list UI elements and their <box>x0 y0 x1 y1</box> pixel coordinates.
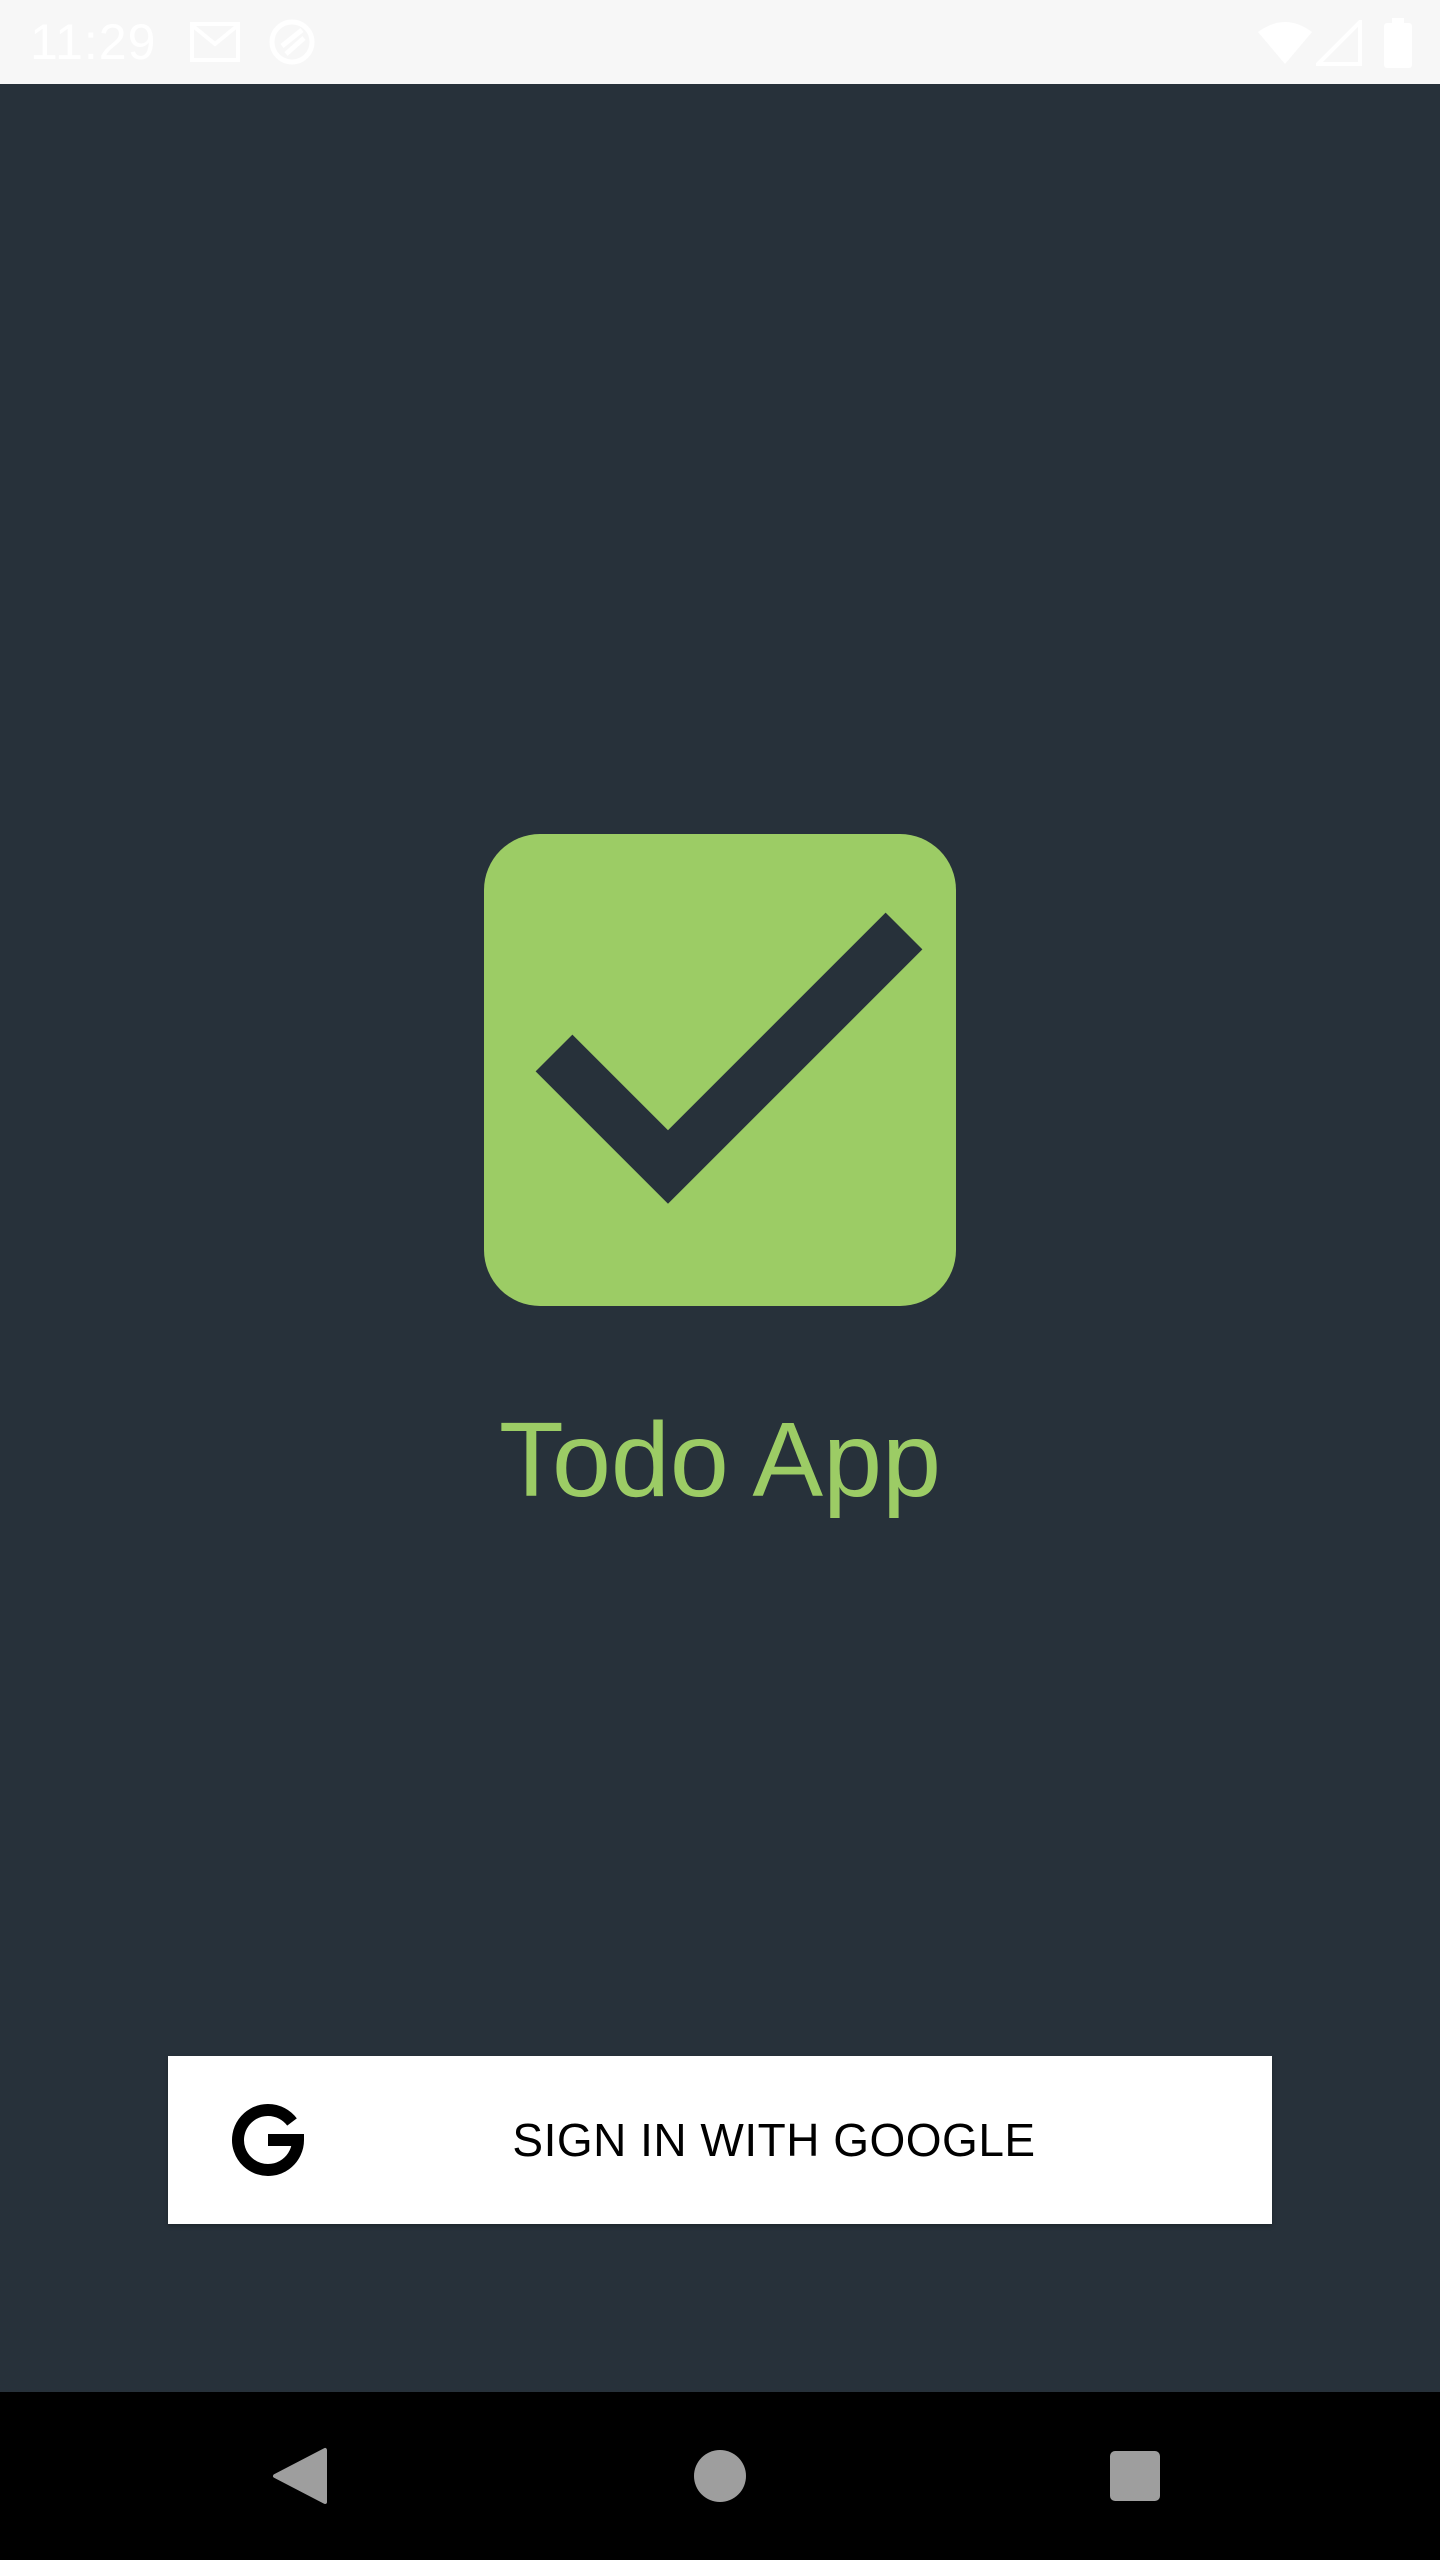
gmail-icon <box>190 22 240 62</box>
status-time: 11:29 <box>30 14 157 70</box>
sync-icon <box>266 16 318 68</box>
signal-icon <box>1316 20 1362 66</box>
app-title: Todo App <box>498 1401 942 1519</box>
home-button[interactable] <box>640 2392 800 2560</box>
recents-button[interactable] <box>1055 2392 1215 2560</box>
main-content: Todo App SIGN IN WITH GOOGLE <box>0 84 1440 2392</box>
google-g-icon <box>230 2102 306 2178</box>
battery-icon <box>1384 18 1412 68</box>
wifi-icon <box>1256 20 1314 66</box>
back-button[interactable] <box>220 2392 380 2560</box>
navigation-bar <box>0 2392 1440 2560</box>
status-bar: 11:29 <box>0 0 1440 84</box>
sign-in-with-google-button[interactable]: SIGN IN WITH GOOGLE <box>168 2056 1272 2224</box>
check-box-icon <box>484 834 956 1306</box>
sign-in-label: SIGN IN WITH GOOGLE <box>512 2114 1036 2166</box>
